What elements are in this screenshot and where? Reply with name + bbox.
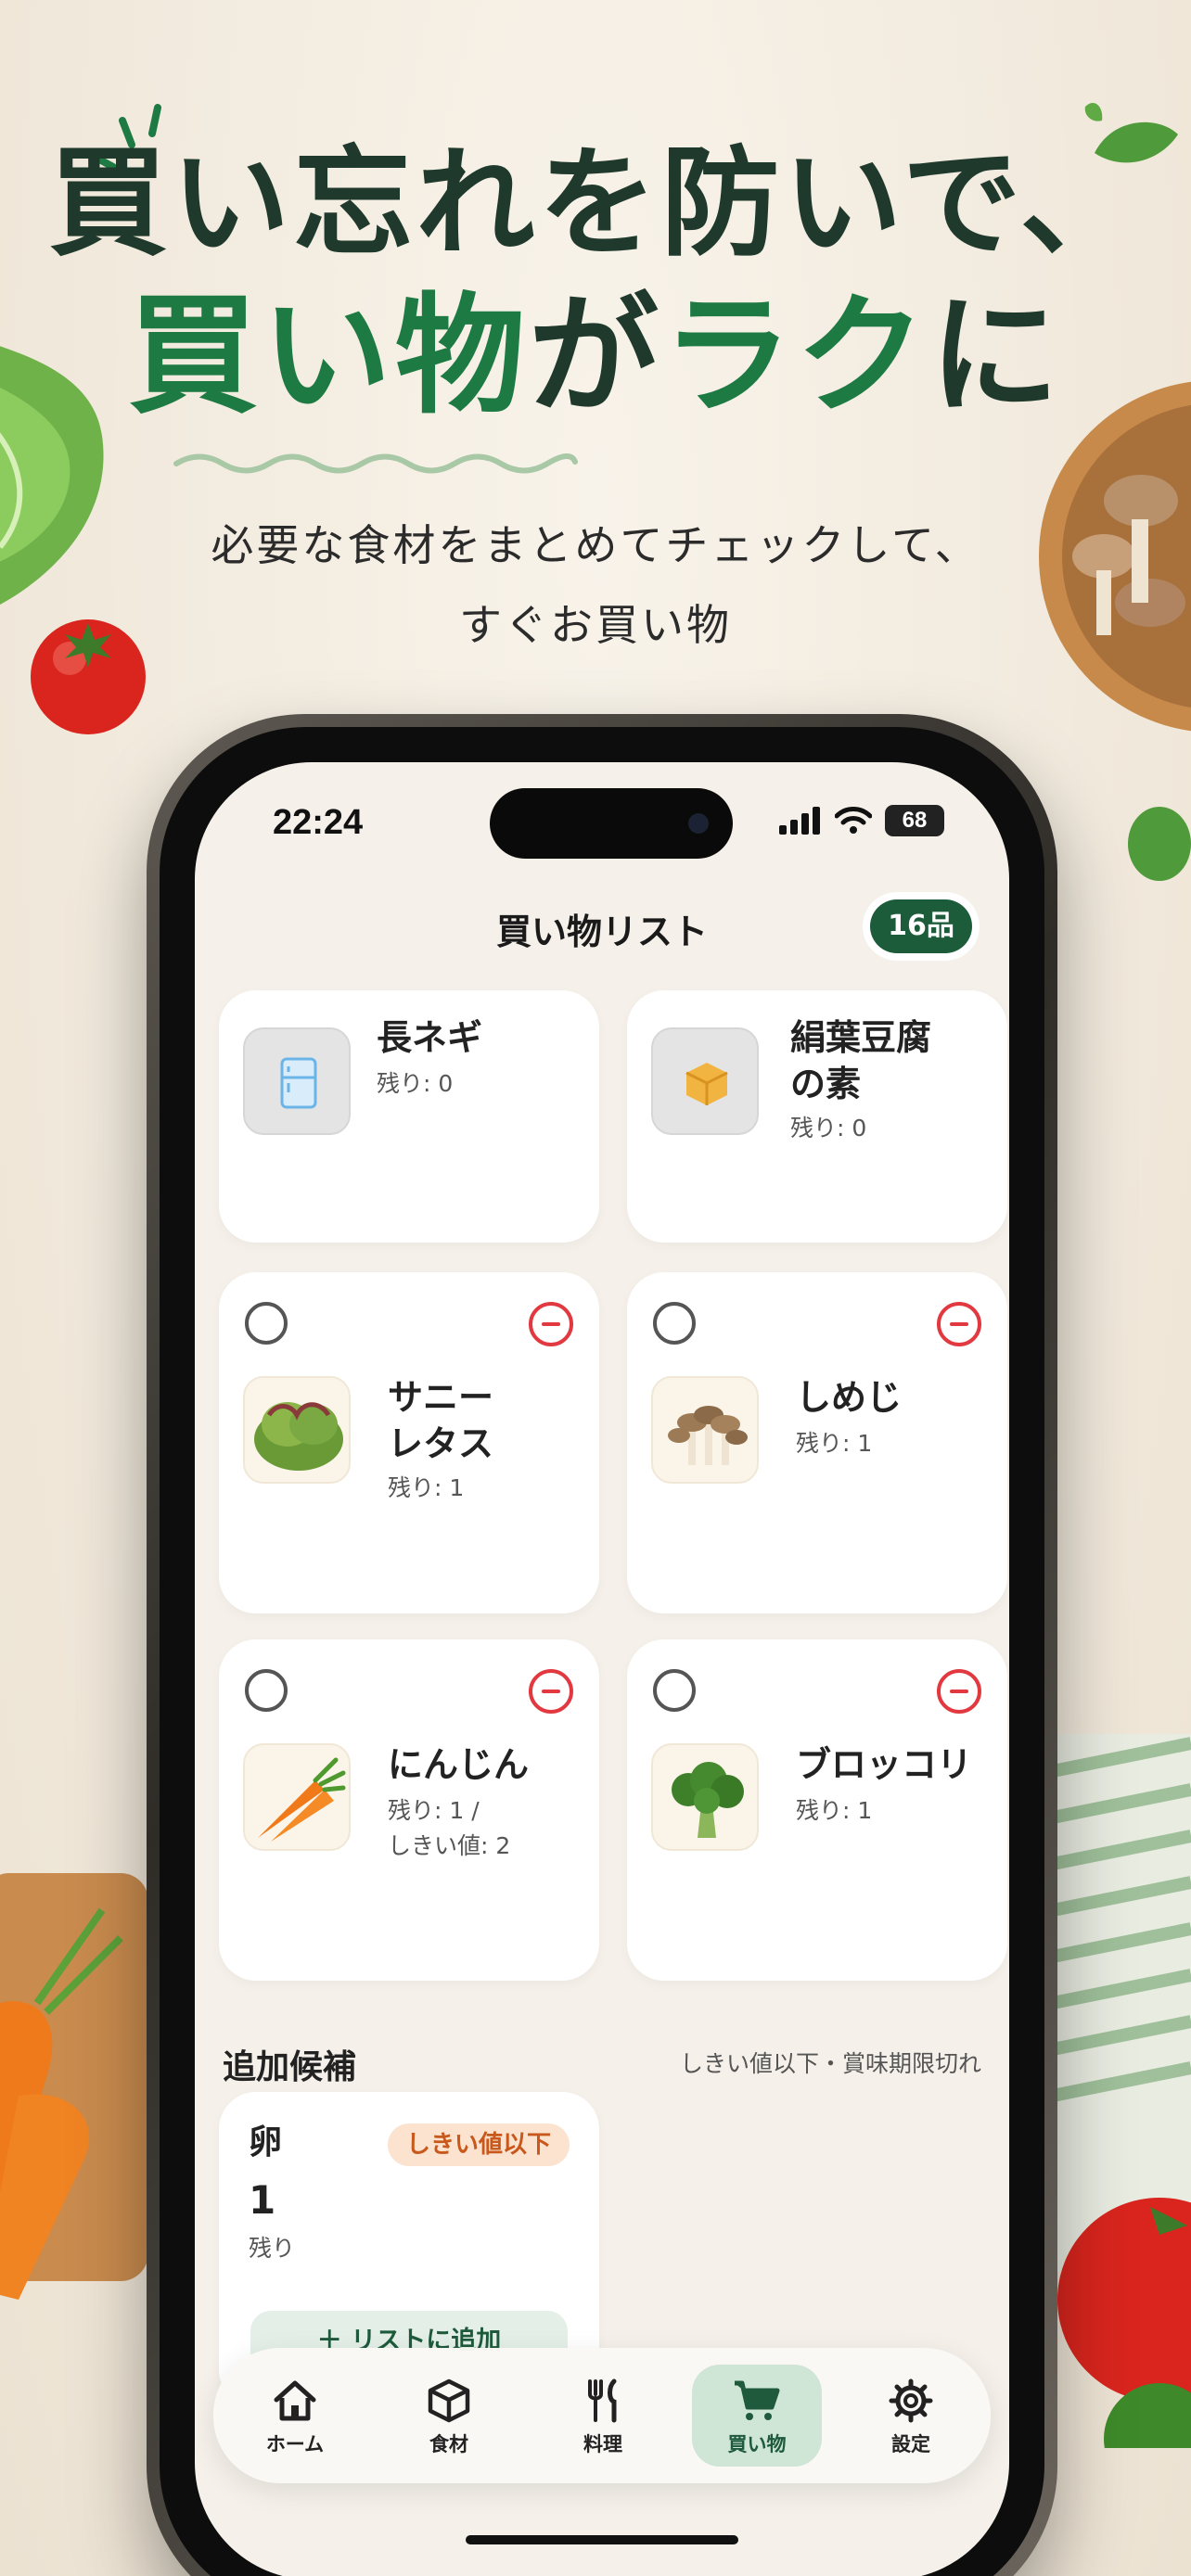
list-item[interactable]: サニー レタス 残り: 1: [219, 1272, 599, 1613]
tab-bar: ホーム 食材 料理 買い物 設定: [213, 2348, 991, 2483]
headline-line2: 買い物がラクに: [0, 278, 1191, 436]
item-name: しめじ: [796, 1377, 903, 1418]
gear-icon: [889, 2378, 933, 2423]
cart-icon: [735, 2380, 780, 2420]
section-note: しきい値以下・賞味期限切れ: [679, 2050, 981, 2077]
tab-settings[interactable]: 設定: [846, 2365, 976, 2467]
section-title: 追加候補: [223, 2048, 357, 2086]
item-remaining: 残り: 1: [388, 1474, 465, 1501]
shimeji-icon: [668, 1406, 748, 1465]
tab-label: 食材: [429, 2433, 468, 2455]
tab-label: 料理: [583, 2433, 622, 2455]
item-count-badge: 16品: [870, 899, 972, 953]
headline: 買い忘れを防いで、 買い物がラクに: [0, 139, 1191, 436]
tab-label: 買い物: [727, 2433, 787, 2455]
battery-indicator: 68: [885, 805, 944, 836]
signal-icon: [779, 807, 820, 835]
wifi-icon: [835, 807, 872, 834]
tab-label: ホーム: [265, 2433, 325, 2455]
item-name-line1: サニー: [388, 1377, 494, 1418]
home-indicator: [466, 2535, 738, 2544]
cutting-board-carrots-decoration: [0, 1873, 148, 2300]
item-name: 長ネギ: [377, 1017, 483, 1058]
headline-part1: 買い物: [127, 281, 529, 432]
tomato-decoration-right: [1057, 2198, 1191, 2448]
camera-icon: [688, 813, 709, 834]
item-threshold: しきい値: 2: [388, 1832, 511, 1859]
item-remaining: 残り: 1: [796, 1797, 873, 1824]
remove-button[interactable]: [937, 1669, 981, 1714]
check-circle-icon[interactable]: [653, 1669, 696, 1712]
list-item[interactable]: ブロッコリ 残り: 1: [627, 1639, 1007, 1981]
subtitle: 必要な食材をまとめてチェックして、 すぐお買い物: [0, 505, 1191, 665]
item-thumbnail: [651, 1027, 759, 1135]
check-circle-icon[interactable]: [653, 1302, 696, 1345]
remove-button[interactable]: [529, 1302, 573, 1346]
status-icons: 68: [779, 805, 944, 836]
headline-part4: に: [929, 281, 1064, 432]
lettuce-icon: [254, 1402, 343, 1471]
item-name: ブロッコリ: [796, 1744, 973, 1785]
item-remaining: 残り: 0: [377, 1070, 454, 1097]
remove-button[interactable]: [937, 1302, 981, 1346]
list-item[interactable]: にんじん 残り: 1 / しきい値: 2: [219, 1639, 599, 1981]
item-name-line2: の素: [790, 1064, 862, 1104]
threshold-badge: しきい値以下: [387, 2123, 570, 2166]
squiggle-underline: [173, 453, 578, 474]
tab-cooking[interactable]: 料理: [538, 2365, 668, 2467]
dynamic-island: [490, 788, 733, 859]
suggestion-quantity-label: 残り: [249, 2235, 296, 2262]
status-time: 22:24: [273, 803, 364, 842]
item-thumbnail: [651, 1743, 759, 1851]
check-circle-icon[interactable]: [245, 1669, 288, 1712]
item-remaining: 残り: 1 /: [388, 1797, 480, 1824]
tab-home[interactable]: ホーム: [230, 2365, 360, 2467]
item-name-line1: 絹葉豆腐: [790, 1017, 932, 1058]
remove-button[interactable]: [529, 1669, 573, 1714]
app-screen: 22:24 68 買い物リスト 16品 長ネギ 残り: 0 絹葉豆腐 の素 残り…: [195, 762, 1009, 2576]
box-icon: [685, 1063, 728, 1105]
suggestion-quantity: 1: [249, 2177, 276, 2223]
fridge-icon: [280, 1057, 317, 1109]
check-circle-icon[interactable]: [245, 1302, 288, 1345]
list-item[interactable]: しめじ 残り: 1: [627, 1272, 1007, 1613]
home-icon: [274, 2380, 316, 2421]
item-remaining: 残り: 1: [796, 1430, 873, 1457]
carrot-icon: [258, 1757, 346, 1842]
subtitle-line1: 必要な食材をまとめてチェックして、: [211, 520, 980, 570]
suggestion-name: 卵: [249, 2123, 283, 2162]
headline-line1: 買い忘れを防いで、: [48, 134, 1143, 273]
phone-bezel: 22:24 68 買い物リスト 16品 長ネギ 残り: 0 絹葉豆腐 の素 残り…: [160, 727, 1044, 2576]
headline-part3: ラク: [662, 281, 930, 432]
tab-ingredients[interactable]: 食材: [384, 2365, 514, 2467]
list-item[interactable]: 長ネギ 残り: 0: [219, 990, 599, 1243]
cube-icon: [428, 2378, 470, 2423]
item-thumbnail: [243, 1743, 351, 1851]
item-name: にんじん: [388, 1744, 530, 1785]
item-name-line2: レタス: [388, 1423, 494, 1464]
item-thumbnail: [243, 1376, 351, 1484]
tab-label: 設定: [891, 2433, 930, 2455]
list-item[interactable]: 絹葉豆腐 の素 残り: 0: [627, 990, 1007, 1243]
tab-shopping[interactable]: 買い物: [692, 2365, 822, 2467]
utensils-icon: [588, 2378, 617, 2423]
item-remaining: 残り: 0: [790, 1115, 867, 1141]
item-thumbnail: [651, 1376, 759, 1484]
broccoli-icon: [672, 1762, 744, 1838]
headline-part2: が: [528, 281, 662, 432]
subtitle-line2: すぐお買い物: [459, 600, 732, 650]
phone-frame: 22:24 68 買い物リスト 16品 長ネギ 残り: 0 絹葉豆腐 の素 残り…: [147, 714, 1057, 2576]
leaf-decoration-small: [1128, 807, 1191, 881]
item-thumbnail: [243, 1027, 351, 1135]
